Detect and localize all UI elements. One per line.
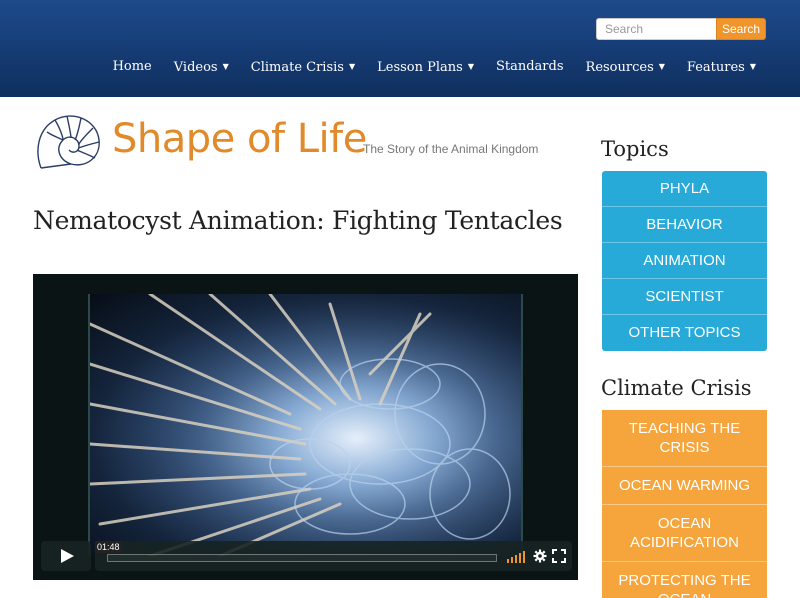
logo-title: Shape of Life [112, 116, 367, 162]
volume-icon[interactable] [507, 551, 527, 563]
site-header: Search Home Videos ▼ Climate Crisis ▼ Less… [0, 0, 800, 97]
nav-climate-crisis[interactable]: Climate Crisis ▼ [240, 59, 366, 76]
video-time: 01:48 [95, 541, 122, 553]
nav-label: Videos [173, 60, 218, 75]
play-button[interactable] [41, 541, 91, 571]
climate-crisis-list: TEACHING THE CRISIS OCEAN WARMING OCEAN … [602, 410, 767, 598]
topic-phyla[interactable]: PHYLA [602, 171, 767, 207]
climate-ocean-warming[interactable]: OCEAN WARMING [602, 467, 767, 505]
climate-teaching-the-crisis[interactable]: TEACHING THE CRISIS [602, 410, 767, 467]
video-frame [88, 294, 523, 556]
nav-label: Home [112, 59, 152, 74]
caret-down-icon: ▼ [222, 62, 229, 71]
caret-down-icon: ▼ [348, 62, 356, 71]
nav-home[interactable]: Home [102, 59, 163, 76]
nav-label: Climate Crisis [250, 60, 344, 75]
nav-features[interactable]: Features ▼ [676, 59, 767, 76]
settings-gear-icon[interactable] [533, 549, 547, 563]
caret-down-icon: ▼ [467, 62, 474, 71]
nematocyst-animation-image [90, 294, 521, 556]
topic-behavior[interactable]: BEHAVIOR [602, 207, 767, 243]
climate-ocean-acidification[interactable]: OCEAN ACIDIFICATION [602, 505, 767, 562]
video-player[interactable]: 01:48 [33, 274, 578, 580]
nav-label: Standards [495, 59, 564, 74]
site-logo[interactable]: Shape of Life The Story of the Animal Ki… [33, 112, 538, 172]
nav-resources[interactable]: Resources ▼ [575, 59, 676, 76]
logo-tagline: The Story of the Animal Kingdom [363, 142, 539, 156]
topic-other-topics[interactable]: OTHER TOPICS [602, 315, 767, 351]
search-input[interactable] [596, 18, 716, 40]
nav-label: Lesson Plans [377, 60, 463, 75]
fullscreen-icon[interactable] [552, 549, 566, 563]
nav-label: Features [686, 60, 745, 75]
video-controls [95, 541, 572, 571]
main-nav: Home Videos ▼ Climate Crisis ▼ Lesson Plan… [102, 59, 767, 76]
video-progress-bar[interactable] [107, 554, 497, 562]
nav-lesson-plans[interactable]: Lesson Plans ▼ [366, 59, 485, 76]
topics-list: PHYLA BEHAVIOR ANIMATION SCIENTIST OTHER… [602, 171, 767, 351]
topics-heading: Topics [601, 137, 669, 161]
topic-scientist[interactable]: SCIENTIST [602, 279, 767, 315]
search-button[interactable]: Search [716, 18, 766, 40]
nav-videos[interactable]: Videos ▼ [163, 59, 240, 76]
caret-down-icon: ▼ [749, 62, 756, 71]
nav-standards[interactable]: Standards [485, 59, 575, 76]
page-title: Nematocyst Animation: Fighting Tentacles [33, 206, 563, 235]
climate-protecting-the-ocean[interactable]: PROTECTING THE OCEAN [602, 562, 767, 598]
topic-animation[interactable]: ANIMATION [602, 243, 767, 279]
nautilus-shell-icon [37, 115, 100, 169]
nav-label: Resources [585, 60, 654, 75]
caret-down-icon: ▼ [658, 62, 665, 71]
climate-crisis-heading: Climate Crisis [601, 376, 752, 400]
